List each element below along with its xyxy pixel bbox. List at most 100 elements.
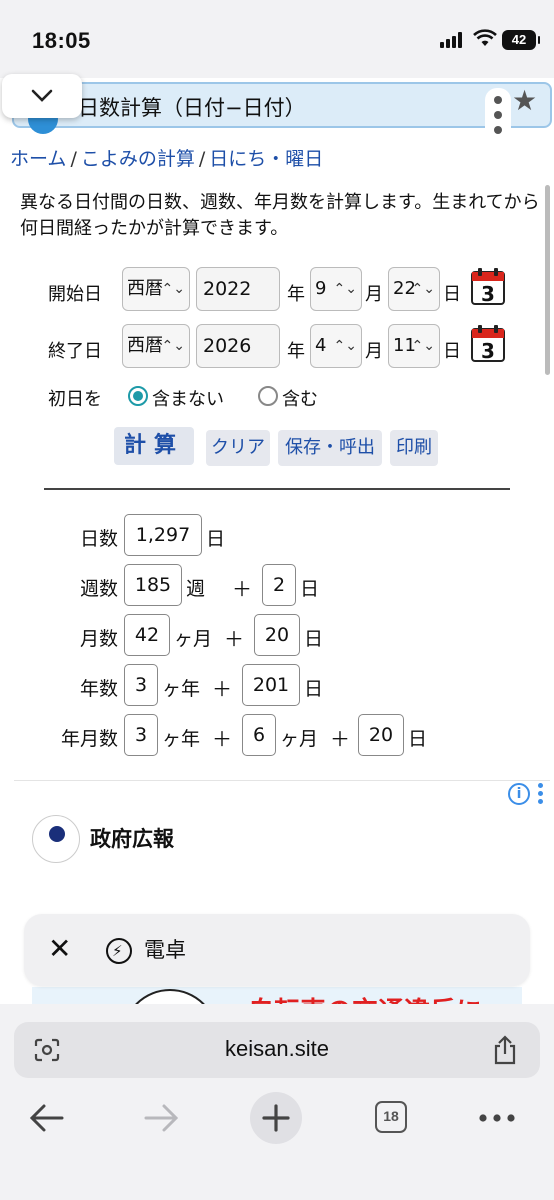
end-era-select[interactable]: 西暦 ⌃⌄ [122,324,190,368]
result-ymd-days-unit: 日 [408,728,428,750]
start-date-label: 開始日 [48,284,102,305]
battery-icon: 42 [502,30,540,50]
result-weeks-remainder-unit: 日 [300,578,320,600]
result-ymd-label: 年月数 [60,728,118,750]
plus-sign: ＋ [224,627,244,651]
divider [44,488,510,490]
result-years-unit: ヶ年 [162,678,201,700]
share-icon[interactable] [492,1035,518,1065]
result-months-value: 42 [124,614,170,656]
start-month-value: 9 [315,278,327,299]
chevron-down-icon [31,89,53,102]
status-time: 18:05 [32,28,91,53]
calendar-icon[interactable]: 3 [470,323,506,363]
start-year-input[interactable]: 2022 [196,267,280,311]
scrollbar-thumb[interactable] [545,185,550,375]
result-ymd-months: 6 [242,714,276,756]
chevron-updown-icon: ⌃⌄ [411,338,435,354]
address-bar[interactable]: keisan.site [14,1022,540,1078]
start-era-value: 西暦 [127,278,163,299]
include-first-day-label[interactable]: 含む [282,385,318,411]
result-weeks-value: 185 [124,564,182,606]
chevron-updown-icon: ⌃⌄ [161,281,185,297]
chevron-updown-icon: ⌃⌄ [161,338,185,354]
end-month-unit: 月 [365,341,383,362]
wifi-icon [473,29,497,46]
status-bar: 18:05 42 [0,0,554,78]
breadcrumb-dates[interactable]: 日にち・曜日 [209,148,323,170]
breadcrumb-calendar[interactable]: こよみの計算 [81,148,195,170]
tab-switcher-button[interactable]: 18 [375,1101,407,1133]
page-title-bar: 日数計算（日付−日付） [12,82,552,134]
result-weeks-unit: 週 [186,578,206,600]
breadcrumb-separator: / [70,148,77,170]
bookmark-star-icon[interactable]: ★ [512,84,537,117]
result-days-unit: 日 [206,528,226,550]
result-ymd-months-unit: ヶ月 [280,728,319,750]
start-month-unit: 月 [365,284,383,305]
end-era-value: 西暦 [127,335,163,356]
plus-icon [262,1104,290,1132]
result-days-label: 日数 [79,528,118,550]
collapse-toolbar-button[interactable] [2,74,82,118]
page-title: 日数計算（日付−日付） [78,96,306,120]
calculator-suggestion[interactable]: ✕ 電卓 [24,914,530,986]
save-load-button[interactable]: 保存・呼出 [278,430,382,466]
start-day-unit: 日 [443,284,461,305]
exclude-first-day-label[interactable]: 含まない [152,385,224,411]
result-weeks-label: 週数 [79,578,118,600]
start-day-select[interactable]: 22 ⌃⌄ [388,267,440,311]
bolt-icon [106,938,132,964]
result-years-remainder-unit: 日 [304,678,324,700]
plus-sign: ＋ [232,577,252,601]
calendar-icon[interactable]: 3 [470,266,506,306]
end-year-input[interactable]: 2026 [196,324,280,368]
breadcrumb-separator: / [198,148,206,170]
url-text[interactable]: keisan.site [14,1036,540,1062]
result-ymd-days: 20 [358,714,404,756]
breadcrumb: ホーム / こよみの計算 / 日にち・曜日 [10,144,323,171]
breadcrumb-home[interactable]: ホーム [10,148,66,170]
result-years-label: 年数 [79,678,118,700]
result-months-unit: ヶ月 [174,628,213,650]
result-months-remainder: 20 [254,614,300,656]
more-menu-icon[interactable] [476,1092,518,1144]
result-years-remainder: 201 [242,664,300,706]
end-month-select[interactable]: 4 ⌃⌄ [310,324,362,368]
result-years-value: 3 [124,664,158,706]
more-options-icon[interactable] [485,88,511,142]
result-weeks-remainder: 2 [262,564,296,606]
calculator-label[interactable]: 電卓 [144,934,186,964]
forward-arrow-icon [144,1104,179,1132]
include-first-day-radio[interactable] [258,386,278,406]
start-era-select[interactable]: 西暦 ⌃⌄ [122,267,190,311]
end-day-select[interactable]: 11 ⌃⌄ [388,324,440,368]
cellular-signal-icon [440,32,466,48]
end-year-unit: 年 [287,341,305,362]
clear-button[interactable]: クリア [206,430,270,466]
calculate-button[interactable]: 計算 [114,427,194,465]
exclude-first-day-radio[interactable] [128,386,148,406]
browser-toolbar: keisan.site 18 [0,1004,554,1200]
first-day-label: 初日を [48,389,102,410]
start-month-select[interactable]: 9 ⌃⌄ [310,267,362,311]
end-day-unit: 日 [443,341,461,362]
close-icon[interactable]: ✕ [48,932,71,966]
chevron-updown-icon: ⌃⌄ [411,281,435,297]
ad-brand: 政府広報 [90,827,174,851]
calendar-icon-number: 3 [481,339,495,363]
end-month-value: 4 [315,335,327,356]
back-arrow-icon[interactable] [28,1092,66,1144]
print-button[interactable]: 印刷 [390,430,438,466]
plus-sign: ＋ [330,727,350,751]
ad-info-icon[interactable]: i [508,783,530,805]
result-days-value: 1,297 [124,514,202,556]
plus-sign: ＋ [212,727,232,751]
plus-sign: ＋ [212,677,232,701]
ad-more-icon[interactable] [538,783,544,805]
result-ymd-years: 3 [124,714,158,756]
new-tab-button[interactable] [250,1092,302,1144]
end-date-label: 終了日 [48,341,102,362]
intro-text: 異なる日付間の日数、週数、年月数を計算します。生まれてから何日間経ったかが計算で… [20,192,540,239]
chevron-updown-icon: ⌃⌄ [333,281,357,297]
